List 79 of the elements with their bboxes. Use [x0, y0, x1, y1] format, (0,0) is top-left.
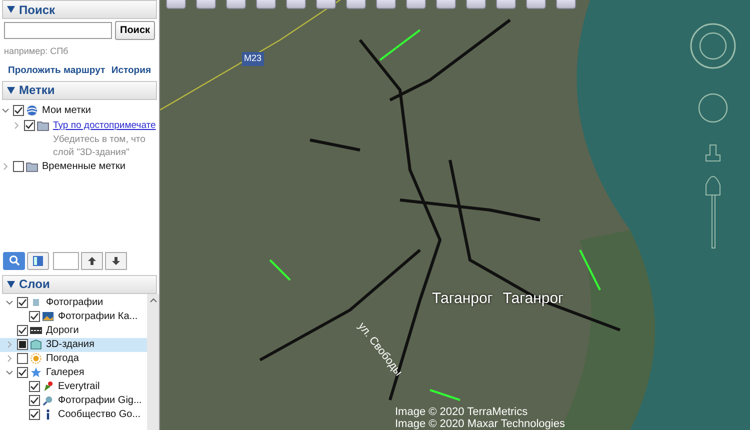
checkbox[interactable]	[29, 395, 40, 406]
toolbar-icon[interactable]	[556, 0, 576, 9]
layer-item[interactable]: Фотографии	[0, 296, 147, 310]
collapse-triangle-icon	[7, 86, 15, 94]
toolbar-icon[interactable]	[436, 0, 456, 9]
layer-item[interactable]: Погода	[0, 352, 147, 366]
search-hint: например: СПб	[3, 45, 70, 58]
move-up-button[interactable]	[81, 252, 103, 270]
globe-icon	[26, 104, 38, 116]
document-icon	[30, 297, 42, 308]
building-icon	[30, 339, 42, 350]
toolbar-icon[interactable]	[376, 0, 396, 9]
checkbox[interactable]	[24, 120, 35, 131]
toolbar-icon[interactable]	[226, 0, 246, 9]
imagery-credit: Image © 2020 TerraMetrics	[395, 406, 529, 418]
search-icon	[8, 255, 20, 266]
place-note: Убедитесь в том, что слой "3D-здания"	[53, 132, 146, 159]
road-icon	[30, 325, 42, 336]
folder-icon	[37, 120, 49, 131]
checkbox[interactable]	[17, 367, 28, 378]
layer-item[interactable]: Галерея	[0, 366, 147, 380]
collapse-triangle-icon	[7, 280, 15, 288]
search-tab-button[interactable]	[3, 252, 25, 270]
up-arrow-icon	[88, 256, 96, 265]
checkbox[interactable]	[13, 160, 24, 172]
layer-item[interactable]: 3D-здания	[0, 338, 147, 352]
scroll-up-icon[interactable]	[150, 298, 156, 303]
toolbar-icon[interactable]	[166, 0, 186, 9]
toolbar-icon[interactable]	[256, 0, 276, 9]
photo-icon	[42, 311, 54, 322]
road-label: M23	[242, 52, 264, 66]
pin-icon	[42, 381, 54, 392]
search-button[interactable]: Поиск	[115, 21, 156, 40]
imagery-credit: Image © 2020 Maxar Technologies	[395, 418, 565, 430]
city-label: Таганрог	[502, 289, 564, 309]
place-label[interactable]: Временные метки	[42, 158, 126, 174]
panel-header[interactable]: Метки	[2, 80, 157, 100]
toolbar-icon[interactable]	[496, 0, 516, 9]
toolbar-icon[interactable]	[316, 0, 336, 9]
collapse-triangle-icon	[7, 6, 15, 13]
checkbox[interactable]	[29, 311, 40, 322]
panel-title: Слои	[19, 276, 50, 294]
tour-link[interactable]: Тур по достопримечате	[53, 118, 163, 133]
toolbar-icon[interactable]	[466, 0, 486, 9]
toolbar-icon[interactable]	[286, 0, 306, 9]
place-label[interactable]: Мои метки	[42, 102, 92, 118]
search-link[interactable]: История	[111, 64, 151, 78]
checkbox[interactable]	[17, 353, 28, 364]
checkbox[interactable]	[29, 381, 40, 392]
move-down-button[interactable]	[105, 252, 127, 270]
panel-title: Поиск	[19, 2, 56, 18]
layer-item[interactable]: Фотографии Gig...	[0, 394, 147, 408]
layer-item[interactable]: Дороги	[0, 324, 147, 338]
panel-header[interactable]: Поиск	[2, 0, 157, 19]
checkbox[interactable]	[17, 297, 28, 308]
city-label: Таганрог	[432, 289, 493, 309]
layer-item[interactable]: Everytrail	[0, 380, 147, 394]
panel-icon	[33, 256, 43, 266]
star-icon	[30, 367, 42, 378]
checkbox[interactable]	[13, 104, 24, 116]
down-arrow-icon	[112, 256, 120, 265]
toolbar-icon[interactable]	[526, 0, 546, 9]
layer-item[interactable]: Сообщество Go...	[0, 408, 147, 422]
search-link[interactable]: Проложить маршрут	[8, 64, 106, 78]
panel-header[interactable]: Слои	[2, 274, 157, 294]
scrollbar[interactable]	[147, 294, 159, 430]
checkbox[interactable]	[29, 409, 40, 420]
checkbox[interactable]	[17, 325, 28, 336]
magnifier-icon	[42, 395, 54, 406]
layer-item[interactable]: Фотографии Ка...	[0, 310, 147, 324]
folder-icon	[26, 160, 38, 172]
panel-title: Метки	[19, 82, 55, 100]
sun-icon	[30, 353, 42, 364]
search-field[interactable]	[4, 22, 112, 39]
toolbar-icon[interactable]	[346, 0, 366, 9]
toolbar-icon[interactable]	[196, 0, 216, 9]
toolbar-icon[interactable]	[406, 0, 426, 9]
panel-toggle-button[interactable]	[27, 252, 49, 270]
input-field[interactable]	[53, 252, 79, 270]
